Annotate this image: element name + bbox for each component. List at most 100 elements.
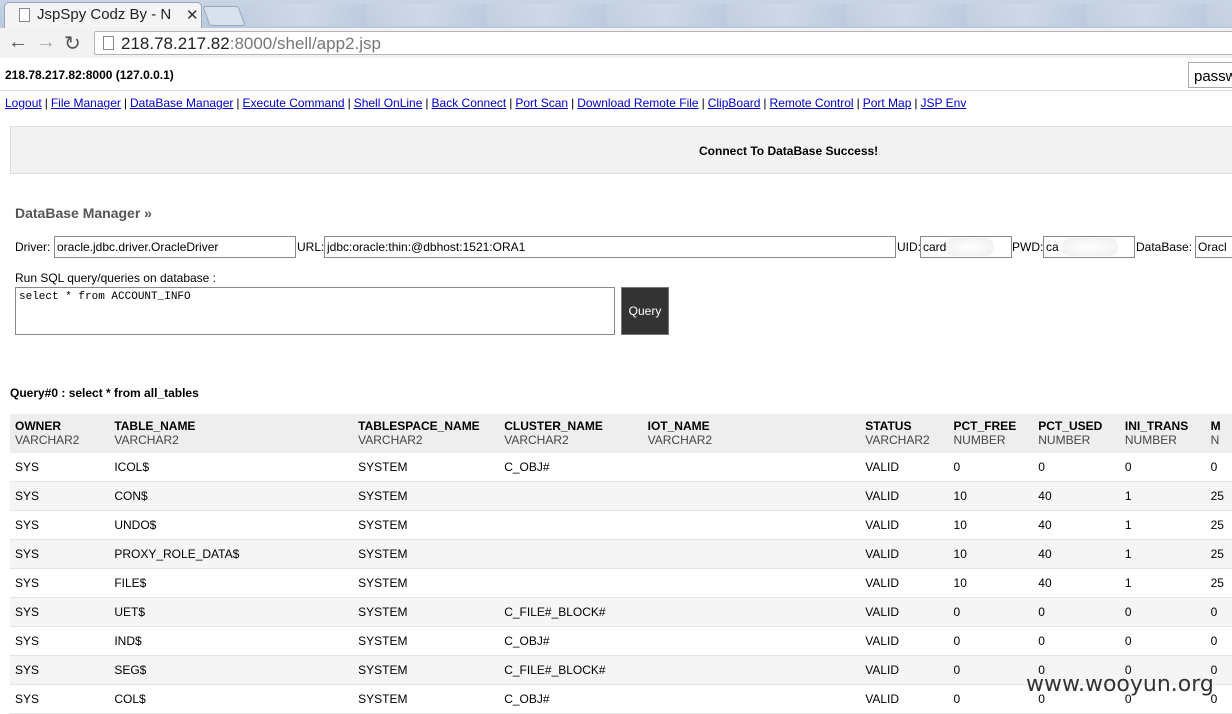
table-cell: 0 [948,655,1034,685]
result-table: OWNER VARCHAR2 TABLE_NAME VARCHAR2 TABLESPAC… [10,414,1232,714]
table-cell: SYS [10,655,110,685]
table-row: SYS CON$ SYSTEM VALID 10 40 1 25 [10,481,1232,511]
table-cell: PROXY_ROLE_DATA$ [109,539,354,569]
menu-link-port-scan[interactable]: Port Scan [515,96,568,110]
table-cell: SYSTEM [353,626,500,656]
table-cell [642,626,861,656]
table-cell: VALID [860,684,949,714]
table-cell: C_FILE#_BLOCK# [499,655,643,685]
menu-link-database-manager[interactable]: DataBase Manager [130,96,233,110]
column-header: MN [1205,414,1232,453]
table-cell: SYSTEM [353,539,500,569]
forward-arrow-icon[interactable]: → [36,31,56,54]
table-row: SYS PROXY_ROLE_DATA$ SYSTEM VALID 10 40 1 25 [10,539,1232,569]
table-cell: SYSTEM [353,655,500,685]
column-name: PCT_USED [1038,419,1103,433]
menu-link-download-remote-file[interactable]: Download Remote File [577,96,698,110]
menu-separator: | [914,96,918,110]
column-name: INI_TRANS [1124,419,1189,433]
database-select[interactable]: Oracl [1195,236,1232,258]
table-cell: SEG$ [109,655,354,685]
menu-link-back-connect[interactable]: Back Connect [432,96,507,110]
table-cell: SYSTEM [353,597,500,627]
menu-link-file-manager[interactable]: File Manager [51,96,121,110]
table-cell: 1 [1119,568,1206,598]
column-name: OWNER [15,419,61,433]
column-name: CLUSTER_NAME [504,419,603,433]
column-type: VARCHAR2 [15,433,80,447]
driver-label: Driver: [15,240,51,254]
menu-link-execute-command[interactable]: Execute Command [243,96,345,110]
table-cell: UET$ [109,597,354,627]
table-cell [499,510,643,540]
driver-input[interactable]: oracle.jdbc.driver.OracleDriver [54,236,296,258]
column-header: TABLESPACE_NAME VARCHAR2 [353,414,500,453]
menu-link-jsp-env[interactable]: JSP Env [921,96,967,110]
table-cell: 0 [948,626,1034,656]
table-cell: 1 [1119,510,1206,540]
other-tabs [246,4,1232,26]
url-input[interactable]: jdbc:oracle:thin:@dbhost:1521:ORA1 [324,236,896,258]
menu-separator: | [509,96,513,110]
redaction-blur [946,238,994,256]
query-button[interactable]: Query [621,287,669,335]
reload-icon[interactable]: ↻ [64,31,81,56]
table-cell: SYS [10,597,110,627]
column-name: TABLE_NAME [114,419,196,433]
menu-link-shell-online[interactable]: Shell OnLine [354,96,423,110]
table-cell: 0 [1119,453,1206,482]
table-cell [642,510,861,540]
column-header: PCT_FREE NUMBER [948,414,1034,453]
column-type: NUMBER [953,433,1006,447]
table-cell: 0 [1033,453,1120,482]
column-type: VARCHAR2 [865,433,930,447]
pwd-label: PWD: [1012,240,1044,254]
menu-separator: | [236,96,240,110]
back-arrow-icon[interactable]: ← [8,31,28,54]
table-cell [642,481,861,511]
table-cell: 0 [1205,453,1232,482]
browser-tab-active[interactable]: JspSpy Codz By - N ✕ [4,2,202,28]
page-icon [103,36,114,50]
table-cell: VALID [860,655,949,685]
table-cell: SYS [10,453,110,482]
table-cell [642,453,861,482]
table-cell: ICOL$ [109,453,354,482]
table-row: SYS IND$ SYSTEM C_OBJ# VALID 0 0 0 0 [10,626,1232,656]
table-cell: C_OBJ# [499,626,643,656]
host-info: 218.78.217.82:8000 (127.0.0.1) [5,68,174,82]
table-cell: 10 [948,539,1034,569]
menu-link-logout[interactable]: Logout [5,96,42,110]
menu-separator: | [347,96,351,110]
sql-textarea[interactable]: select * from ACCOUNT_INFO [15,287,615,335]
table-cell: VALID [860,510,949,540]
table-cell: SYS [10,568,110,598]
table-cell [642,684,861,714]
table-cell: 0 [1033,597,1120,627]
sql-label: Run SQL query/queries on database : [15,271,217,285]
table-cell: 40 [1033,539,1120,569]
shell-header: 218.78.217.82:8000 (127.0.0.1) passw [0,58,1232,91]
table-row: SYS ICOL$ SYSTEM C_OBJ# VALID 0 0 0 0 [10,453,1232,482]
menu-link-remote-control[interactable]: Remote Control [770,96,854,110]
table-cell [642,568,861,598]
table-row: SYS UNDO$ SYSTEM VALID 10 40 1 25 [10,510,1232,540]
column-header: STATUS VARCHAR2 [860,414,949,453]
new-tab-button[interactable] [202,6,246,26]
tab-title: JspSpy Codz By - N [37,6,172,23]
database-label: DataBase: [1136,240,1193,254]
table-cell: SYSTEM [353,510,500,540]
menu-link-port-map[interactable]: Port Map [863,96,912,110]
menu-separator: | [123,96,127,110]
address-url: 218.78.217.82:8000/shell/app2.jsp [121,34,381,53]
menu-separator: | [856,96,860,110]
address-bar[interactable]: 218.78.217.82:8000/shell/app2.jsp [94,31,1232,55]
password-input[interactable]: passw [1188,62,1232,88]
column-name: IOT_NAME [647,419,710,433]
table-cell: 10 [948,568,1034,598]
column-header: TABLE_NAME VARCHAR2 [109,414,354,453]
close-icon[interactable]: ✕ [186,6,199,24]
shell-menu: Logout | File Manager | DataBase Manager | Exe… [5,96,966,110]
menu-link-clipboard[interactable]: ClipBoard [708,96,761,110]
table-cell [642,597,861,627]
